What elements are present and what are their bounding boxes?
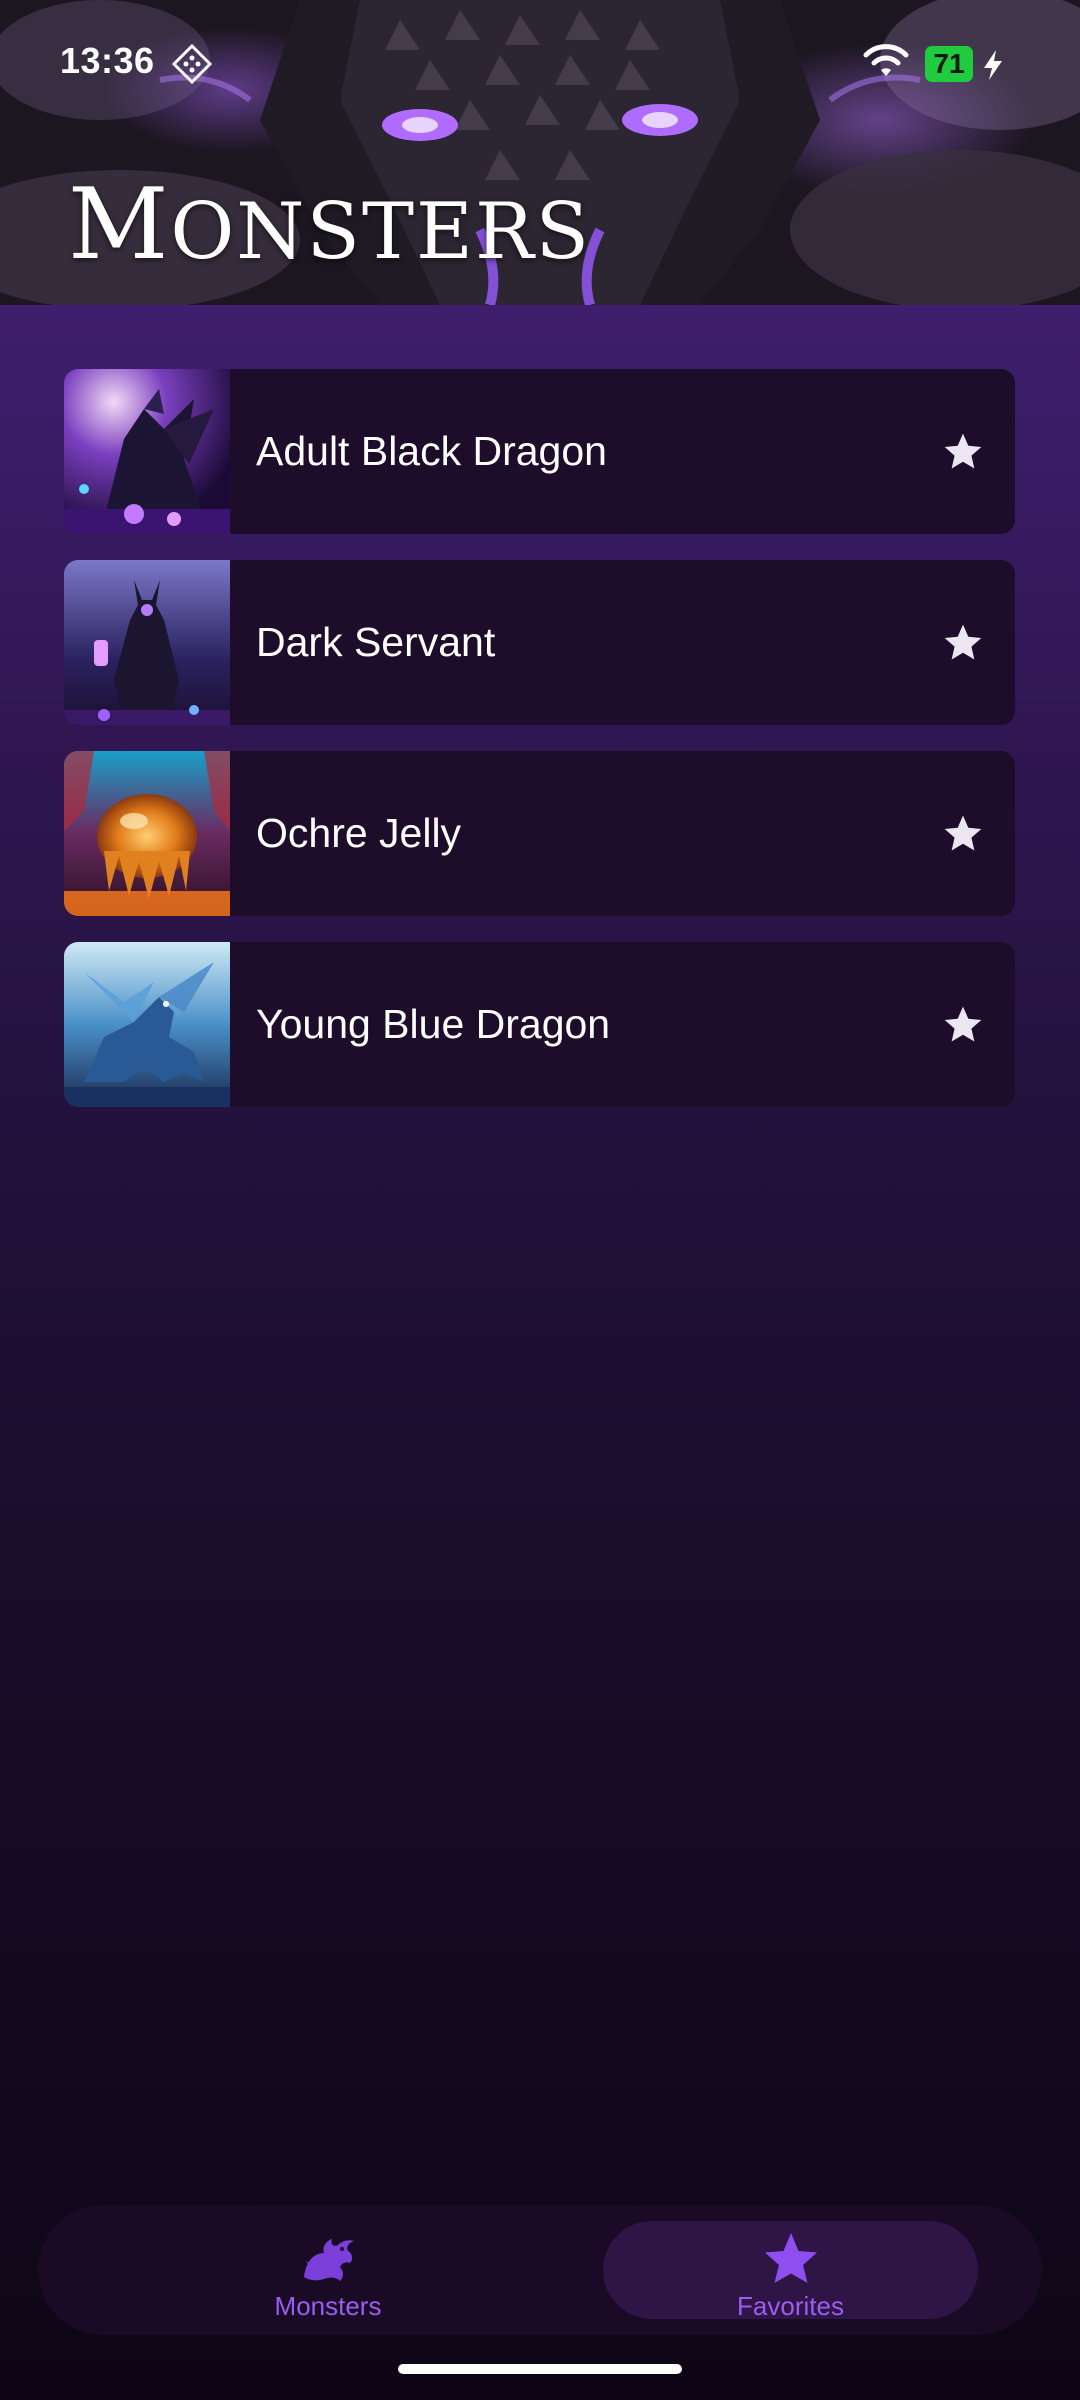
monster-thumbnail (64, 942, 230, 1107)
home-indicator[interactable] (398, 2364, 682, 2374)
list-item[interactable]: Young Blue Dragon (64, 942, 1015, 1107)
monster-thumbnail (64, 751, 230, 916)
star-icon[interactable] (941, 430, 985, 474)
monster-name: Young Blue Dragon (256, 1001, 611, 1047)
star-icon (764, 2232, 817, 2283)
status-time: 13:36 (60, 40, 155, 81)
monster-thumbnail (64, 369, 230, 534)
battery-indicator: 71 (925, 46, 973, 82)
wifi-icon (863, 44, 909, 76)
list-item[interactable]: Ochre Jelly (64, 751, 1015, 916)
star-icon[interactable] (941, 1003, 985, 1047)
charging-bolt-icon (984, 50, 1002, 80)
star-icon[interactable] (941, 812, 985, 856)
list-item[interactable]: Adult Black Dragon (64, 369, 1015, 534)
status-bar: 13:36 71 (0, 0, 1080, 120)
title-initial: M (68, 168, 171, 282)
tab-label: Monsters (274, 2290, 382, 2321)
tab-favorites[interactable]: Favorites (603, 2205, 978, 2335)
dragon-icon (304, 2238, 354, 2281)
app-notification-icon (172, 44, 212, 84)
monster-name: Adult Black Dragon (256, 428, 607, 474)
bottom-navigation: Monsters Favorites (38, 2205, 1042, 2335)
favorites-screen: 13:36 71 MONSTERS Adult Black Dragon Dar… (0, 0, 1080, 2400)
favorites-list: Adult Black Dragon Dark Servant Ochre Je… (64, 369, 1015, 1133)
star-icon[interactable] (941, 621, 985, 665)
header-banner: 13:36 71 MONSTERS (0, 0, 1080, 305)
list-item[interactable]: Dark Servant (64, 560, 1015, 725)
monster-name: Dark Servant (256, 619, 496, 665)
tab-monsters[interactable]: Monsters (188, 2205, 468, 2335)
page-title: MONSTERS (68, 170, 591, 287)
monster-name: Ochre Jelly (256, 810, 462, 856)
title-rest: ONSTERS (170, 187, 592, 277)
tab-label: Favorites (737, 2290, 844, 2321)
monster-thumbnail (64, 560, 230, 725)
